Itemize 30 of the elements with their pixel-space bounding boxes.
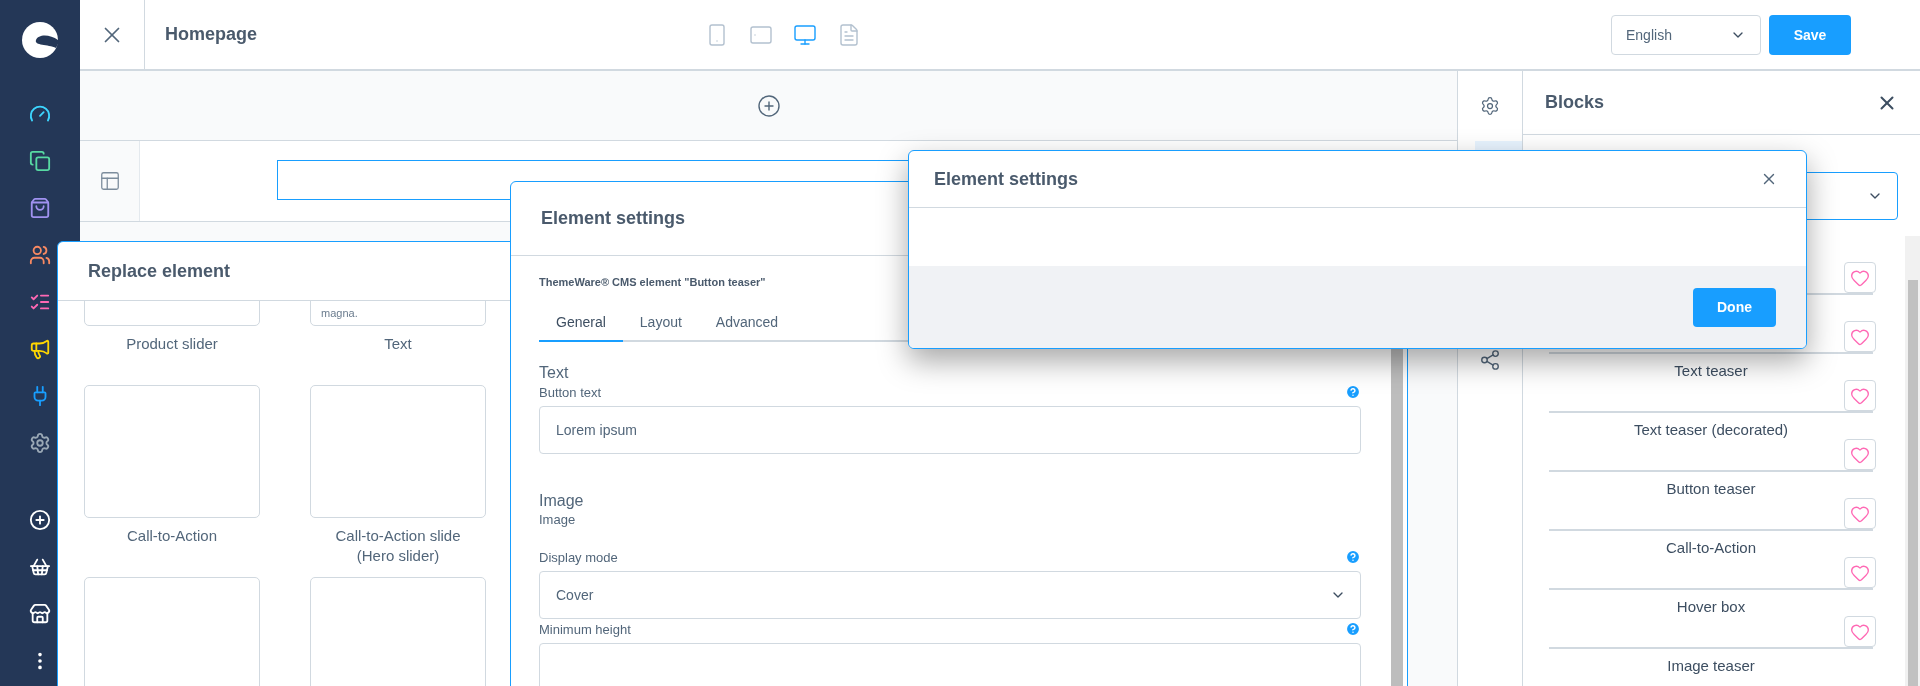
select-field[interactable]: Cover [539, 571, 1361, 619]
tab[interactable]: Advanced [698, 314, 796, 342]
section-heading: Image [539, 492, 585, 510]
block-title: Hover box [1676, 598, 1746, 615]
block-title: Text teaser (decorated) [1633, 421, 1789, 438]
element-label: Call-to-Action [127, 527, 217, 544]
element-card[interactable]: magna. [310, 301, 486, 326]
field-label: Image [539, 512, 576, 527]
dialog-title: Replace element [88, 260, 231, 282]
panel-title: Blocks [1545, 92, 1605, 113]
block-title: Button teaser [1666, 480, 1756, 497]
dialog-title: Element settings [934, 168, 1079, 190]
field-label: Minimum height [539, 621, 631, 637]
section-heading: Text [539, 364, 570, 382]
dialog-title: Element settings [541, 208, 686, 229]
tab[interactable]: Layout [622, 314, 699, 342]
element-label: Call-to-Action slide (Hero slider) [335, 527, 461, 564]
field-label: Button text [539, 384, 602, 400]
language-select[interactable]: English [1611, 14, 1761, 55]
element-label: Text [384, 335, 412, 352]
preview-text: magna. [321, 307, 358, 319]
input-field[interactable]: Lorem ipsum [539, 406, 1361, 454]
element-label: Product slider [126, 335, 218, 352]
block-title: Call-to-Action [1666, 539, 1756, 556]
tab[interactable]: General [539, 314, 623, 342]
page-title: Homepage [165, 24, 259, 45]
block-title: Image teaser [1667, 657, 1755, 674]
field-label: Display mode [539, 549, 618, 565]
block-title: Text teaser [1674, 362, 1748, 379]
dialog-subtitle: ThemeWare® CMS element "Button teaser" [539, 276, 767, 288]
